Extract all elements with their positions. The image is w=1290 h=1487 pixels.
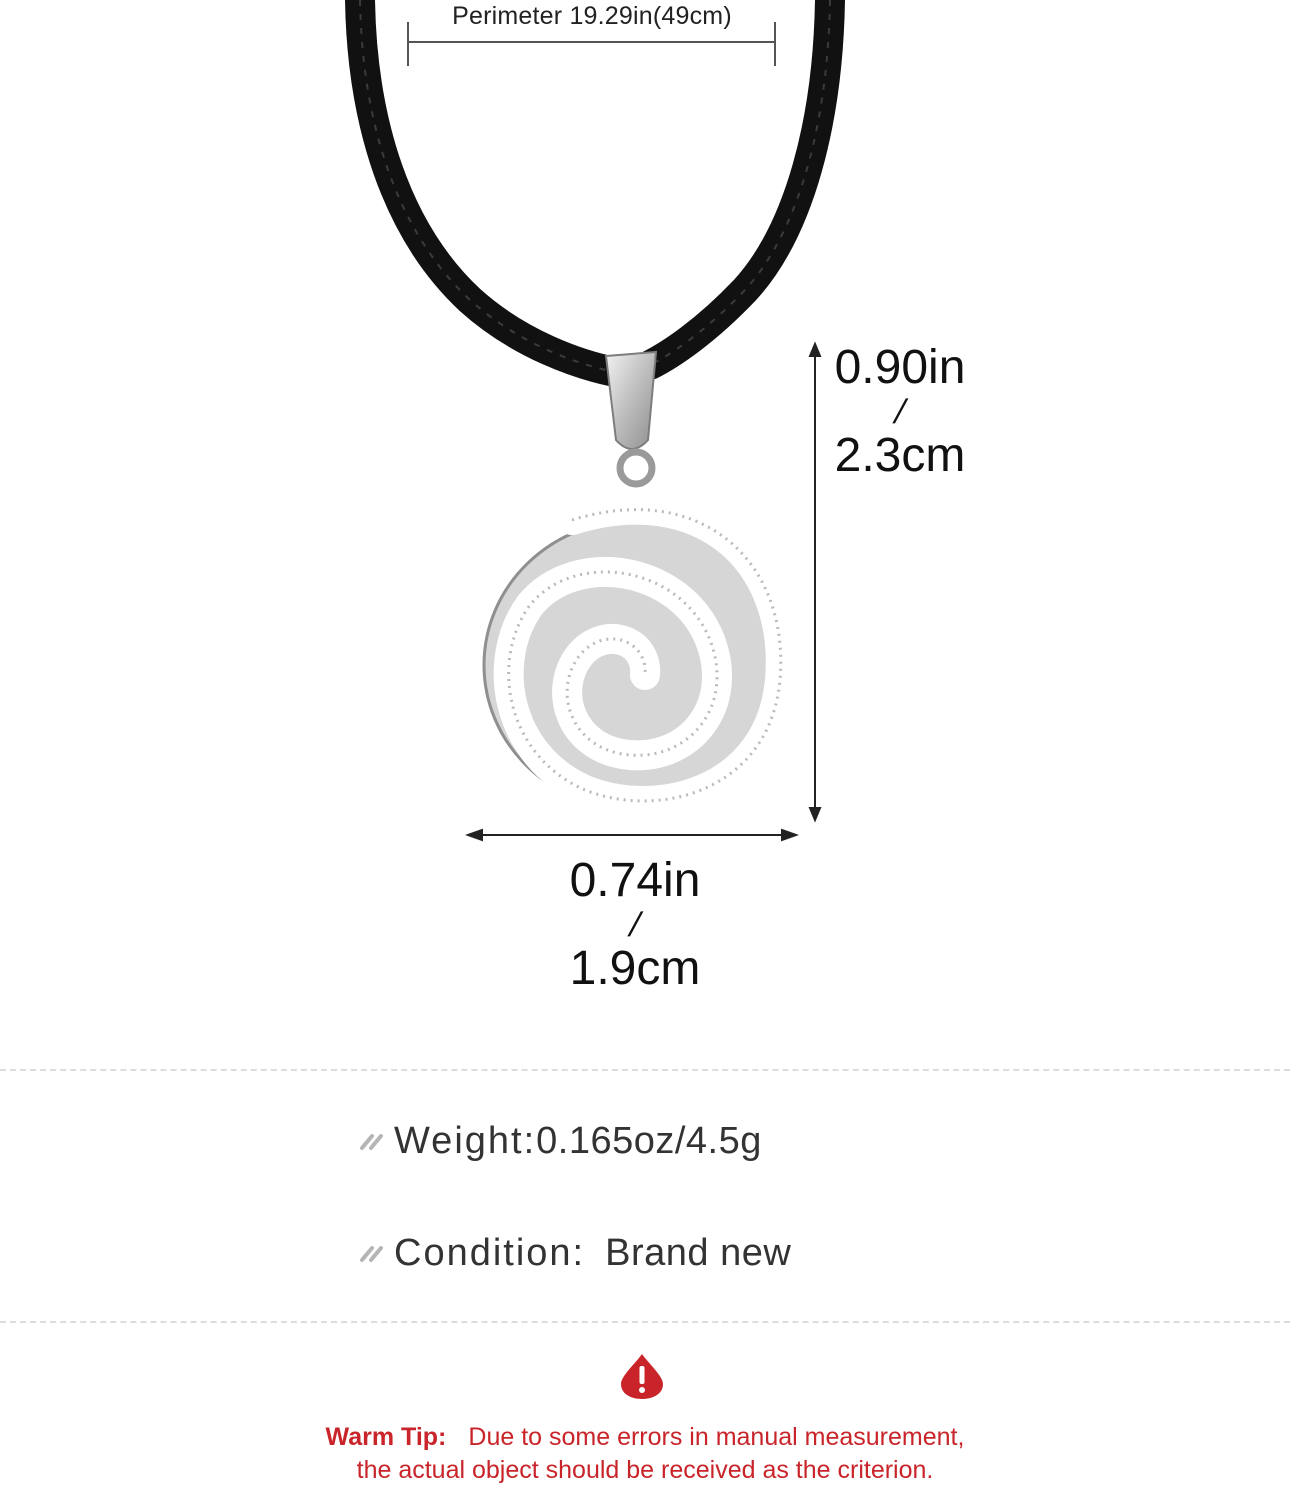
warm-tip-line-1: Warm Tip: Due to some errors in manual me… [0,1421,1290,1454]
height-separator: / [890,393,910,431]
divider-top [0,1069,1290,1071]
warm-tip-text-2: the actual object should be received as … [356,1456,934,1484]
width-dimension: 0.74in / 1.9cm [545,854,725,995]
perimeter-label: Perimeter 19.29in(49cm) [452,2,732,30]
height-dimension: 0.90in / 2.3cm [810,341,990,482]
divider-bottom [0,1321,1290,1323]
exclamation-drop-icon [621,1354,663,1399]
warm-tip-text-1: Due to some errors in manual measurement… [468,1423,965,1451]
warm-tip-label: Warm Tip: [325,1423,447,1451]
condition-value: Brand new [605,1232,792,1274]
height-inches: 0.90in [834,341,966,394]
cord [345,0,845,387]
width-inches: 0.74in [569,854,701,907]
width-arrow [465,828,799,842]
double-slash-icon [360,1245,383,1262]
double-slash-icon [360,1133,383,1150]
spec-weight: Weight: 0.165oz/4.5g [358,1120,762,1163]
spiral-pendant [482,494,796,816]
spec-condition: Condition: Brand new [358,1232,791,1275]
width-separator: / [625,906,645,944]
pendant-bail [604,350,658,488]
weight-value: 0.165oz/4.5g [536,1120,762,1162]
weight-label: Weight: [394,1120,537,1162]
width-centimeters: 1.9cm [569,942,701,995]
condition-label: Condition: [394,1232,586,1274]
height-centimeters: 2.3cm [834,429,966,482]
warm-tip: Warm Tip: Due to some errors in manual me… [0,1421,1290,1487]
